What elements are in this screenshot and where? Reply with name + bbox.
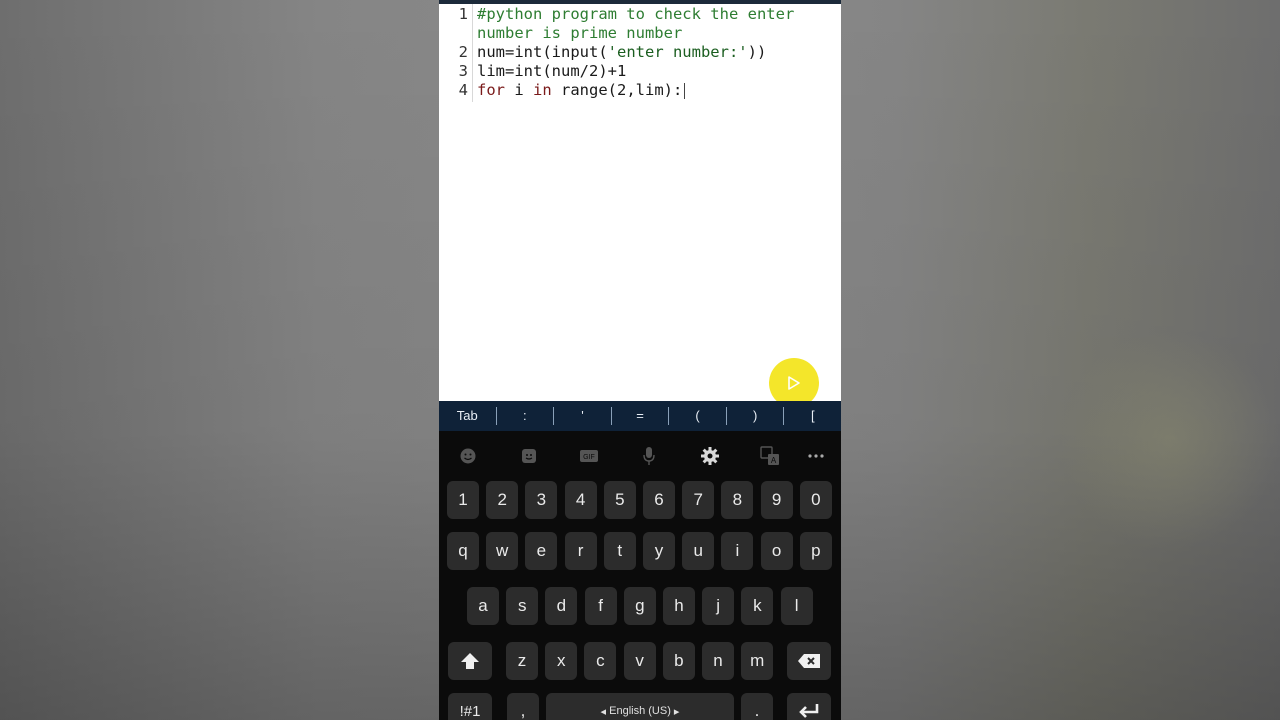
key[interactable]: 0 (799, 481, 832, 519)
key[interactable]: g (623, 587, 656, 625)
emoji-icon[interactable] (456, 445, 480, 467)
code-token: #python program to check the enter (477, 5, 795, 23)
key[interactable]: v (623, 642, 656, 680)
key[interactable]: 8 (721, 481, 754, 519)
code-line: num=int(input('enter number:')) (477, 43, 766, 62)
line-number: 1 (458, 5, 468, 23)
background-glow (1060, 330, 1280, 550)
code-token: )) (747, 43, 767, 61)
symbol-key[interactable]: = (612, 407, 670, 425)
code-token: in (533, 81, 552, 99)
key[interactable]: q (447, 532, 479, 570)
key[interactable]: f (584, 587, 617, 625)
key[interactable]: i (721, 532, 754, 570)
key[interactable]: 2 (486, 481, 519, 519)
period-key-label: . (754, 701, 760, 720)
key[interactable]: h (663, 587, 695, 625)
space-key-label: English (US) (609, 705, 671, 717)
space-key[interactable]: ◂ English (US) ▸ (546, 693, 734, 720)
symbol-key[interactable]: Tab (439, 407, 497, 425)
symbols-key-label: !#1 (459, 702, 481, 720)
enter-icon (799, 704, 819, 718)
code-token: num=int(input( (477, 43, 608, 61)
code-token: for (477, 81, 505, 99)
code-line: lim=int(num/2)+1 (477, 62, 626, 81)
key[interactable]: w (486, 532, 519, 570)
line-number: 3 (458, 62, 468, 80)
more-icon[interactable] (804, 445, 828, 467)
key[interactable]: l (780, 587, 813, 625)
symbol-key[interactable]: [ (784, 407, 841, 425)
key[interactable]: s (506, 587, 539, 625)
line-number: 2 (458, 43, 468, 61)
key[interactable]: a (467, 587, 499, 625)
svg-text:GIF: GIF (583, 454, 595, 461)
key[interactable]: d (545, 587, 578, 625)
text-cursor (684, 82, 686, 99)
svg-text:A: A (771, 456, 777, 465)
code-line: for i in range(2,lim): (477, 81, 686, 100)
phone-screen: 1 #python program to check the enter numbe… (439, 0, 841, 720)
backspace-icon (798, 654, 820, 668)
key[interactable]: 9 (760, 481, 793, 519)
line-number: 4 (458, 81, 468, 99)
keyboard: GIF A !#1 , ◂ English (US) ▸ . 1 2 3 4 5… (439, 431, 841, 720)
symbol-key[interactable]: ) (727, 407, 785, 425)
code-line: number is prime number (477, 24, 682, 43)
space-arrow-right-icon: ▸ (670, 705, 680, 718)
code-token: number is prime number (477, 24, 683, 42)
key[interactable]: x (545, 642, 578, 680)
key[interactable]: o (760, 532, 793, 570)
translate-icon[interactable]: A (758, 445, 782, 467)
symbols-key[interactable]: !#1 (448, 693, 492, 720)
symbol-bar: Tab: ' =()[ (439, 401, 841, 431)
key[interactable]: y (643, 532, 675, 570)
period-key[interactable]: . (741, 693, 773, 720)
code-line: #python program to check the enter (477, 5, 794, 24)
backspace-key[interactable] (787, 642, 831, 680)
key[interactable]: 5 (603, 481, 636, 519)
comma-key[interactable]: , (507, 693, 539, 720)
play-icon (788, 376, 800, 390)
code-token: lim=int(num/2)+1 (477, 62, 627, 80)
key[interactable]: 3 (525, 481, 558, 519)
key[interactable]: z (506, 642, 538, 680)
gutter-divider (472, 4, 473, 102)
comma-key-label: , (520, 701, 526, 720)
shift-key[interactable] (448, 642, 492, 680)
key[interactable]: c (584, 642, 617, 680)
code-token: range(2,lim): (551, 81, 683, 99)
symbol-key[interactable]: ( (669, 407, 727, 425)
key[interactable]: e (525, 532, 558, 570)
key[interactable]: k (741, 587, 774, 625)
gif-icon[interactable]: GIF (577, 445, 601, 467)
key[interactable]: 1 (447, 481, 479, 519)
settings-icon[interactable] (698, 445, 722, 467)
microphone-icon[interactable] (637, 445, 661, 467)
code-token: 'enter number:' (607, 43, 748, 61)
symbol-key[interactable]: ' (554, 407, 612, 425)
key[interactable]: p (799, 532, 832, 570)
key[interactable]: t (603, 532, 636, 570)
key[interactable]: b (662, 642, 695, 680)
key[interactable]: 7 (682, 481, 715, 519)
code-editor[interactable]: 1 #python program to check the enter numbe… (439, 4, 841, 401)
space-arrow-left-icon: ◂ (600, 705, 610, 718)
sticker-icon[interactable] (517, 445, 541, 467)
code-token: i (505, 81, 533, 99)
key[interactable]: 6 (643, 481, 675, 519)
key[interactable]: u (682, 532, 715, 570)
key[interactable]: 4 (564, 481, 597, 519)
symbol-key[interactable]: : (497, 407, 555, 425)
key[interactable]: j (702, 587, 735, 625)
shift-icon (461, 653, 479, 669)
key[interactable]: r (564, 532, 597, 570)
enter-key[interactable] (787, 693, 831, 720)
key[interactable]: n (702, 642, 734, 680)
key[interactable]: m (741, 642, 774, 680)
